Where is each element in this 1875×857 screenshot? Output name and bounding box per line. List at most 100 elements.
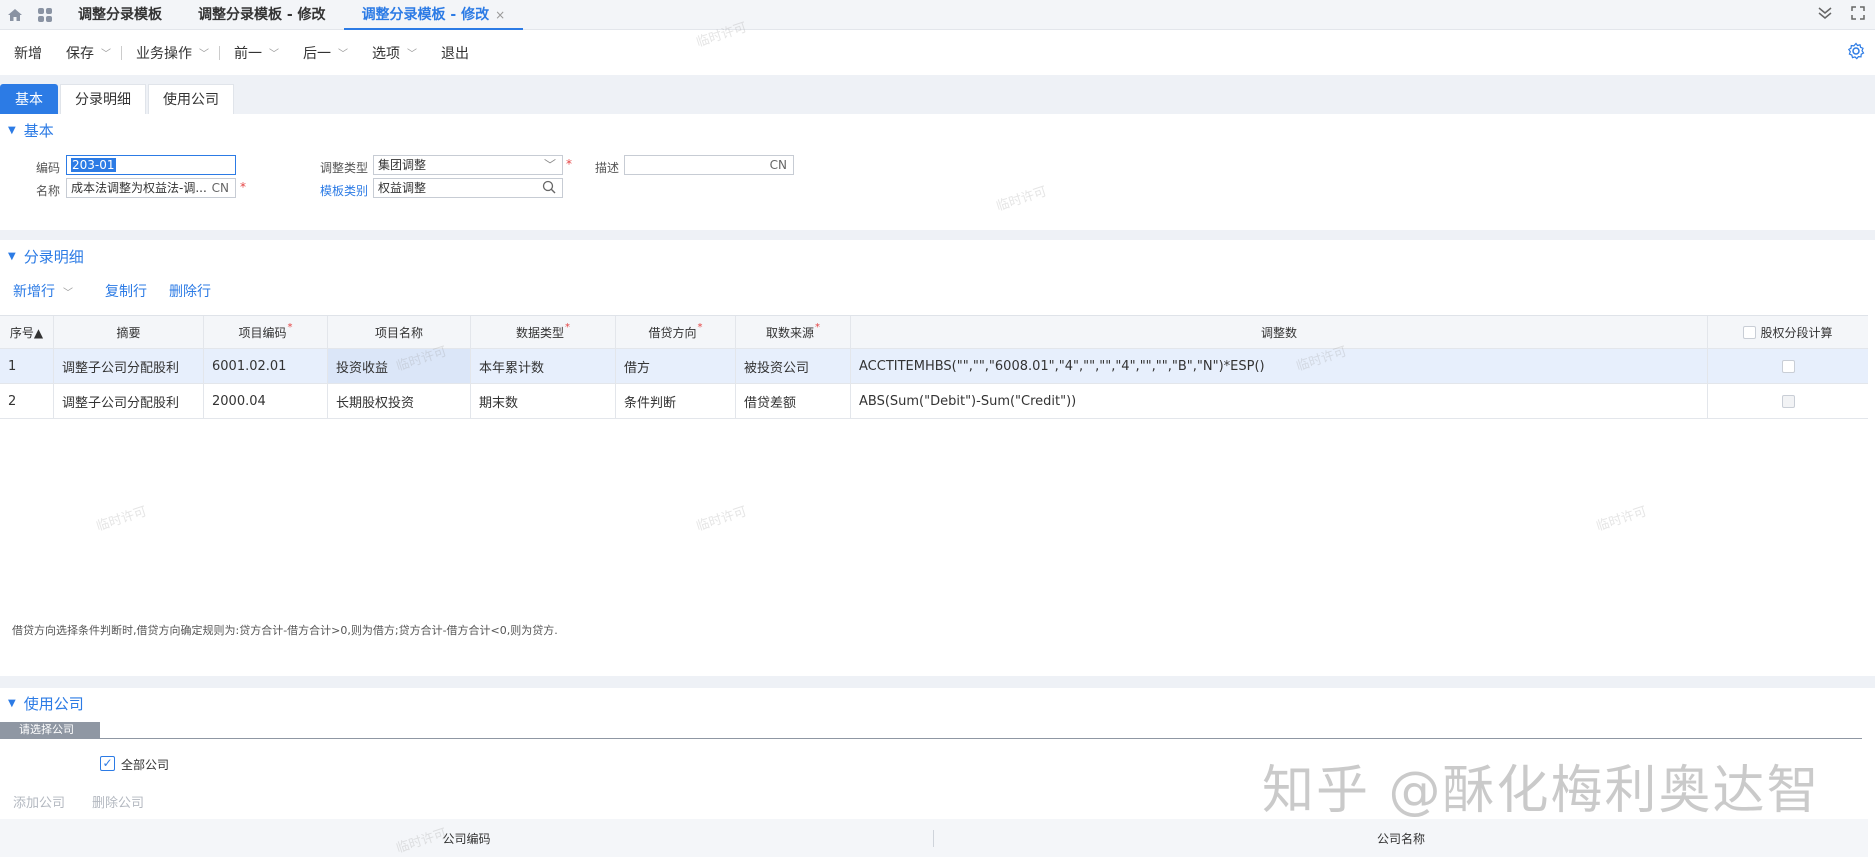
- row-checkbox[interactable]: [1781, 394, 1795, 408]
- next-button[interactable]: 后一 ﹀: [303, 43, 348, 63]
- chevron-down-icon[interactable]: ﹀: [544, 156, 556, 174]
- col-header-direction[interactable]: 借贷方向 *: [616, 316, 736, 348]
- col-header-item-code[interactable]: 项目编码 *: [204, 316, 328, 348]
- toolbar-divider: [121, 45, 122, 60]
- gear-icon[interactable]: [1847, 42, 1865, 65]
- add-company-button[interactable]: 添加公司: [13, 792, 65, 811]
- chevron-down-icon[interactable]: ﹀: [63, 288, 73, 299]
- table-row[interactable]: 1 调整子公司分配股利 6001.02.01 投资收益 本年累计数 借方 被投资…: [0, 349, 1868, 384]
- collapse-chevron-icon[interactable]: [1817, 6, 1833, 24]
- save-button[interactable]: 保存 ﹀: [66, 43, 111, 63]
- col-header-summary[interactable]: 摘要: [54, 316, 204, 348]
- search-icon[interactable]: [542, 180, 556, 197]
- prev-button-label: 前一: [234, 45, 262, 62]
- company-section-header[interactable]: ▼ 使用公司: [8, 693, 84, 714]
- cell-direction[interactable]: 借方: [616, 349, 736, 383]
- col-header-equity-segment[interactable]: 股权分段计算: [1708, 316, 1868, 348]
- row-checkbox[interactable]: [1781, 359, 1795, 373]
- close-icon[interactable]: ×: [495, 8, 505, 22]
- window-tab-template[interactable]: 调整分录模板: [60, 0, 180, 30]
- cell-direction[interactable]: 条件判断: [616, 384, 736, 418]
- detail-section-header[interactable]: ▼ 分录明细: [8, 246, 84, 267]
- col-header-source[interactable]: 取数来源 *: [736, 316, 851, 348]
- adjust-type-select[interactable]: 集团调整 ﹀: [373, 155, 563, 175]
- new-button[interactable]: 新增: [14, 43, 42, 63]
- required-mark: *: [565, 321, 570, 333]
- window-tab-template-edit-active[interactable]: 调整分录模板 - 修改 ×: [343, 0, 524, 30]
- cell-item-name[interactable]: 投资收益: [328, 349, 471, 383]
- cell-source[interactable]: 被投资公司: [736, 349, 851, 383]
- prev-button[interactable]: 前一 ﹀: [234, 43, 279, 63]
- select-company-tab[interactable]: 请选择公司: [0, 722, 100, 738]
- language-cn-label[interactable]: CN: [212, 179, 229, 197]
- cell-seq[interactable]: 2: [0, 384, 54, 418]
- cell-item-code[interactable]: 6001.02.01: [204, 349, 328, 383]
- all-companies-checkbox[interactable]: ✓: [100, 756, 115, 771]
- copy-row-button[interactable]: 复制行: [105, 281, 147, 301]
- add-row-button[interactable]: 新增行 ﹀: [13, 281, 73, 301]
- fullscreen-icon[interactable]: [1851, 6, 1865, 24]
- cell-item-name[interactable]: 长期股权投资: [328, 384, 471, 418]
- business-ops-label: 业务操作: [136, 45, 192, 62]
- chevron-down-icon[interactable]: ﹀: [338, 45, 348, 60]
- options-button[interactable]: 选项 ﹀: [372, 43, 417, 63]
- code-value: 203-01: [71, 158, 116, 172]
- chevron-down-icon[interactable]: ﹀: [269, 45, 279, 60]
- cell-summary[interactable]: 调整子公司分配股利: [54, 349, 204, 383]
- window-tab-template-edit[interactable]: 调整分录模板 - 修改: [180, 0, 344, 30]
- home-icon[interactable]: [0, 0, 30, 30]
- col-header-data-type[interactable]: 数据类型 *: [471, 316, 616, 348]
- chevron-down-icon[interactable]: ﹀: [101, 45, 111, 60]
- cell-item-code[interactable]: 2000.04: [204, 384, 328, 418]
- required-mark: *: [287, 321, 293, 333]
- chevron-down-icon[interactable]: ﹀: [199, 45, 209, 60]
- new-button-label: 新增: [14, 45, 42, 62]
- col-header-company-name[interactable]: 公司名称: [934, 830, 1868, 847]
- cell-seq[interactable]: 1: [0, 349, 54, 383]
- col-header-adjust-amount[interactable]: 调整数: [851, 316, 1708, 348]
- next-button-label: 后一: [303, 45, 331, 62]
- apps-grid-icon[interactable]: [30, 0, 60, 30]
- cell-adjust-amount[interactable]: ACCTITEMHBS("","","6008.01","4","","","4…: [851, 349, 1708, 383]
- description-input[interactable]: CN: [624, 155, 794, 175]
- col-header-seq[interactable]: 序号▲: [0, 316, 54, 348]
- template-category-label[interactable]: 模板类别: [320, 182, 368, 199]
- col-header-company-code[interactable]: 公司编码: [0, 829, 934, 847]
- exit-button[interactable]: 退出: [441, 43, 469, 63]
- tab-company[interactable]: 使用公司: [148, 84, 234, 114]
- col-header-item-name[interactable]: 项目名称: [328, 316, 471, 348]
- options-button-label: 选项: [372, 45, 400, 62]
- name-input[interactable]: 成本法调整为权益法-调... CN: [66, 178, 236, 198]
- code-input[interactable]: 203-01: [66, 155, 236, 175]
- window-tab-label: 调整分录模板 - 修改: [361, 6, 490, 23]
- col-header-label: 项目编码: [238, 325, 287, 340]
- caret-down-icon[interactable]: ▼: [8, 251, 16, 262]
- template-category-input[interactable]: 权益调整: [373, 178, 563, 198]
- cell-adjust-amount[interactable]: ABS(Sum("Debit")-Sum("Credit")): [851, 384, 1708, 418]
- cell-data-type[interactable]: 本年累计数: [471, 349, 616, 383]
- select-all-checkbox[interactable]: [1743, 325, 1757, 339]
- cell-source[interactable]: 借贷差额: [736, 384, 851, 418]
- caret-down-icon[interactable]: ▼: [8, 698, 16, 709]
- table-row[interactable]: 2 调整子公司分配股利 2000.04 长期股权投资 期末数 条件判断 借贷差额…: [0, 384, 1868, 419]
- form-tabs: 基本 分录明细 使用公司: [0, 84, 236, 114]
- basic-section-header[interactable]: ▼ 基本: [8, 120, 54, 141]
- delete-company-button[interactable]: 删除公司: [92, 792, 144, 811]
- detail-section-title: 分录明细: [23, 248, 84, 266]
- cell-summary[interactable]: 调整子公司分配股利: [54, 384, 204, 418]
- chevron-down-icon[interactable]: ﹀: [407, 45, 417, 60]
- company-grid-header: 公司编码 公司名称: [0, 819, 1868, 857]
- delete-row-button[interactable]: 删除行: [169, 281, 211, 301]
- name-value: 成本法调整为权益法-调...: [71, 181, 207, 195]
- language-cn-label[interactable]: CN: [770, 156, 787, 174]
- tab-detail[interactable]: 分录明细: [60, 84, 146, 114]
- caret-down-icon[interactable]: ▼: [8, 125, 16, 136]
- description-label: 描述: [595, 161, 620, 175]
- window-controls: [1817, 0, 1865, 30]
- business-ops-button[interactable]: 业务操作 ﹀: [136, 43, 209, 63]
- direction-rule-note: 借贷方向选择条件判断时,借贷方向确定规则为:贷方合计-借方合计>0,则为借方;贷…: [12, 624, 558, 637]
- tab-basic[interactable]: 基本: [0, 84, 58, 114]
- cell-data-type[interactable]: 期末数: [471, 384, 616, 418]
- basic-panel: ▼ 基本 编码 203-01 名称 成本法调整为权益法-调... CN * 调整类型…: [0, 114, 1875, 230]
- adjust-type-value: 集团调整: [378, 158, 427, 172]
